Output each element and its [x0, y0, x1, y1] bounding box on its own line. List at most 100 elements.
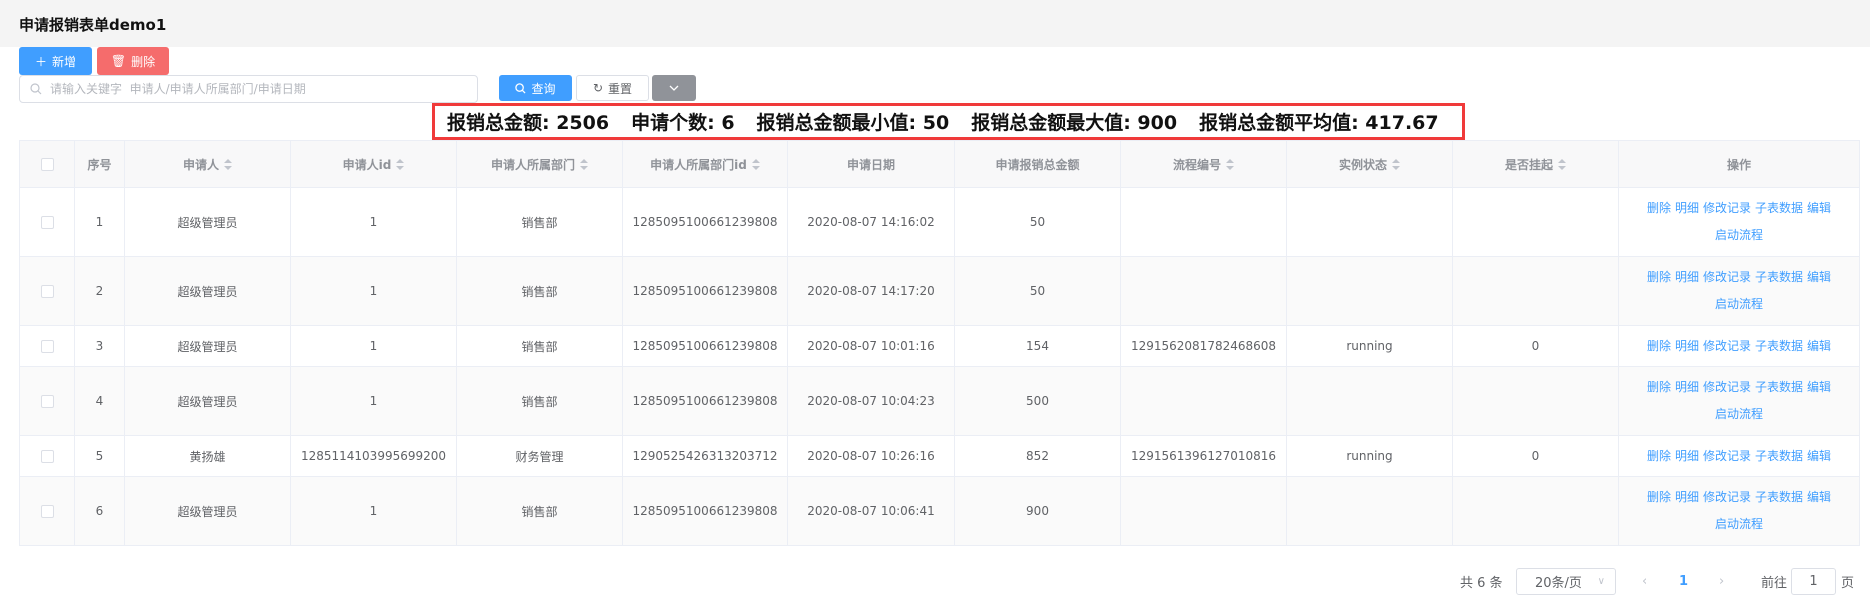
- column-header-label: 申请人所属部门: [490, 157, 575, 172]
- row-action-link[interactable]: 删除: [1647, 490, 1671, 504]
- select-all-checkbox[interactable]: [40, 158, 54, 171]
- row-action-link[interactable]: 编辑: [1807, 490, 1831, 504]
- query-button[interactable]: 查询: [499, 75, 572, 101]
- column-header[interactable]: 流程编号: [1120, 140, 1287, 188]
- column-header[interactable]: 申请人所属部门: [456, 140, 623, 188]
- row-action-link[interactable]: 子表数据: [1755, 201, 1803, 215]
- row-select-cell: [19, 435, 75, 477]
- sort-caret-icon[interactable]: [580, 159, 588, 171]
- column-header[interactable]: 是否挂起: [1452, 140, 1619, 188]
- start-process-link[interactable]: 启动流程: [1715, 297, 1763, 311]
- row-checkbox[interactable]: [40, 450, 54, 463]
- page-1-button[interactable]: 1: [1679, 568, 1688, 595]
- cell-suspended: [1452, 366, 1619, 436]
- next-page-button[interactable]: ›: [1719, 568, 1724, 595]
- cell-applicant-id: 1: [290, 366, 457, 436]
- prev-page-button[interactable]: ‹: [1642, 568, 1647, 595]
- cell-status: [1286, 476, 1453, 546]
- add-button[interactable]: ＋ 新增: [19, 47, 92, 75]
- row-action-link[interactable]: 明细: [1675, 339, 1699, 353]
- row-checkbox[interactable]: [40, 340, 54, 353]
- pagination-total: 共 6 条: [1460, 576, 1503, 591]
- delete-label: 删除: [131, 54, 156, 69]
- row-action-link[interactable]: 编辑: [1807, 449, 1831, 463]
- row-action-link[interactable]: 删除: [1647, 380, 1671, 394]
- row-action-link[interactable]: 明细: [1675, 490, 1699, 504]
- table-row: 5 黄扬雄 1285114103995699200 财务管理 1290525426313…: [19, 435, 1860, 477]
- row-checkbox[interactable]: [40, 395, 54, 408]
- sort-caret-icon[interactable]: [1392, 159, 1400, 171]
- cell-process-no: [1120, 476, 1287, 546]
- table-row: 2 超级管理员 1 销售部 1285095100661239808 2020-08-07 …: [19, 256, 1860, 326]
- row-action-link[interactable]: 修改记录: [1703, 201, 1751, 215]
- reset-button[interactable]: ↻ 重置: [576, 75, 649, 101]
- row-action-link[interactable]: 明细: [1675, 201, 1699, 215]
- row-action-link[interactable]: 子表数据: [1755, 449, 1803, 463]
- cell-date: 2020-08-07 14:17:20: [787, 256, 955, 326]
- row-action-link[interactable]: 子表数据: [1755, 270, 1803, 284]
- search-box[interactable]: [19, 75, 478, 103]
- cell-date: 2020-08-07 10:26:16: [787, 435, 955, 477]
- search-input[interactable]: [50, 82, 470, 96]
- start-process-link[interactable]: 启动流程: [1715, 517, 1763, 531]
- cell-process-no: [1120, 256, 1287, 326]
- sort-caret-icon[interactable]: [224, 159, 232, 171]
- column-header-label: 实例状态: [1338, 157, 1387, 172]
- row-action-link[interactable]: 编辑: [1807, 201, 1831, 215]
- expand-toggle-button[interactable]: [652, 75, 696, 101]
- column-header-label: 申请人所属部门id: [650, 157, 747, 172]
- sort-caret-icon[interactable]: [396, 159, 405, 171]
- row-action-link[interactable]: 子表数据: [1755, 339, 1803, 353]
- goto-suffix: 页: [1841, 576, 1855, 591]
- table-row: 3 超级管理员 1 销售部 1285095100661239808 2020-08-07 …: [19, 325, 1860, 367]
- sort-caret-icon[interactable]: [1226, 159, 1234, 171]
- cell-suspended: [1452, 187, 1619, 257]
- row-action-link[interactable]: 修改记录: [1703, 380, 1751, 394]
- row-action-link[interactable]: 编辑: [1807, 270, 1831, 284]
- cell-applicant-id: 1: [290, 325, 457, 367]
- cell-date: 2020-08-07 14:16:02: [787, 187, 955, 257]
- table-row: 1 超级管理员 1 销售部 1285095100661239808 2020-08-07 …: [19, 187, 1860, 257]
- row-action-link[interactable]: 修改记录: [1703, 449, 1751, 463]
- cell-applicant-id: 1: [290, 187, 457, 257]
- row-action-link[interactable]: 删除: [1647, 270, 1671, 284]
- cell-applicant-id: 1: [290, 476, 457, 546]
- row-action-link[interactable]: 修改记录: [1703, 339, 1751, 353]
- sort-caret-icon[interactable]: [1558, 159, 1566, 171]
- page-size-value: 20条/页: [1535, 576, 1582, 591]
- summary-total: 报销总金额: 2506: [447, 112, 610, 134]
- row-action-link[interactable]: 删除: [1647, 339, 1671, 353]
- row-action-link[interactable]: 删除: [1647, 201, 1671, 215]
- cell-applicant: 超级管理员: [124, 187, 291, 257]
- cell-no: 1: [74, 187, 125, 257]
- row-action-link[interactable]: 明细: [1675, 270, 1699, 284]
- row-action-link[interactable]: 编辑: [1807, 339, 1831, 353]
- delete-button[interactable]: 🗑 删除: [97, 47, 169, 75]
- cell-applicant-id: 1285114103995699200: [290, 435, 457, 477]
- row-action-link[interactable]: 修改记录: [1703, 490, 1751, 504]
- row-action-link[interactable]: 子表数据: [1755, 380, 1803, 394]
- goto-page-input[interactable]: [1791, 568, 1836, 595]
- row-checkbox[interactable]: [40, 285, 54, 298]
- column-header[interactable]: 申请人: [124, 140, 291, 188]
- cell-status: running: [1286, 325, 1453, 367]
- row-action-link[interactable]: 明细: [1675, 449, 1699, 463]
- trash-icon: 🗑: [110, 54, 127, 68]
- start-process-link[interactable]: 启动流程: [1715, 228, 1763, 242]
- row-action-link[interactable]: 编辑: [1807, 380, 1831, 394]
- column-header[interactable]: 申请人所属部门id: [622, 140, 788, 188]
- row-checkbox[interactable]: [40, 216, 54, 229]
- cell-dept-id: 1285095100661239808: [622, 325, 788, 367]
- row-action-link[interactable]: 子表数据: [1755, 490, 1803, 504]
- page-size-select[interactable]: 20条/页 ∨: [1516, 568, 1616, 595]
- cell-amount: 900: [954, 476, 1121, 546]
- chevron-left-icon: ‹: [1642, 574, 1648, 589]
- row-checkbox[interactable]: [40, 505, 54, 518]
- row-action-link[interactable]: 明细: [1675, 380, 1699, 394]
- row-action-link[interactable]: 修改记录: [1703, 270, 1751, 284]
- row-action-link[interactable]: 删除: [1647, 449, 1671, 463]
- column-header[interactable]: 申请人id: [290, 140, 457, 188]
- start-process-link[interactable]: 启动流程: [1715, 407, 1763, 421]
- column-header[interactable]: 实例状态: [1286, 140, 1453, 188]
- sort-caret-icon[interactable]: [751, 159, 760, 171]
